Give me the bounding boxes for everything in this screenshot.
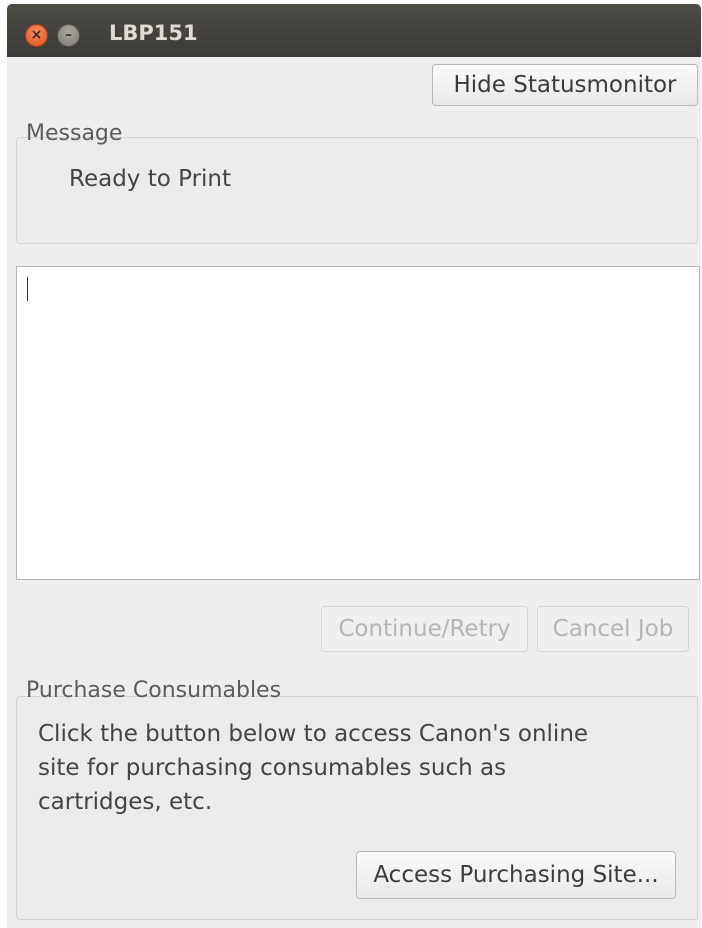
text-caret xyxy=(27,277,28,301)
continue-retry-button[interactable]: Continue/Retry xyxy=(321,606,528,652)
purchase-description-line-2: site for purchasing consumables such as xyxy=(38,755,507,781)
window-title: LBP151 xyxy=(109,21,198,45)
purchase-description-line-3: cartridges, etc. xyxy=(38,789,213,815)
purchase-description-line-1: Click the button below to access Canon's… xyxy=(38,721,589,747)
close-icon[interactable]: × xyxy=(25,24,48,47)
details-textarea[interactable] xyxy=(16,266,700,580)
message-group-label: Message xyxy=(26,121,123,146)
title-bar[interactable]: × – LBP151 xyxy=(7,4,701,57)
access-purchasing-site-button[interactable]: Access Purchasing Site... xyxy=(356,851,676,899)
status-message: Ready to Print xyxy=(69,166,232,192)
purchase-consumables-label: Purchase Consumables xyxy=(26,678,282,703)
hide-statusmonitor-button[interactable]: Hide Statusmonitor xyxy=(432,64,698,106)
minimize-icon[interactable]: – xyxy=(57,24,80,47)
status-monitor-window: × – LBP151 Hide Statusmonitor Message Re… xyxy=(7,4,701,928)
cancel-job-button[interactable]: Cancel Job xyxy=(537,606,689,652)
